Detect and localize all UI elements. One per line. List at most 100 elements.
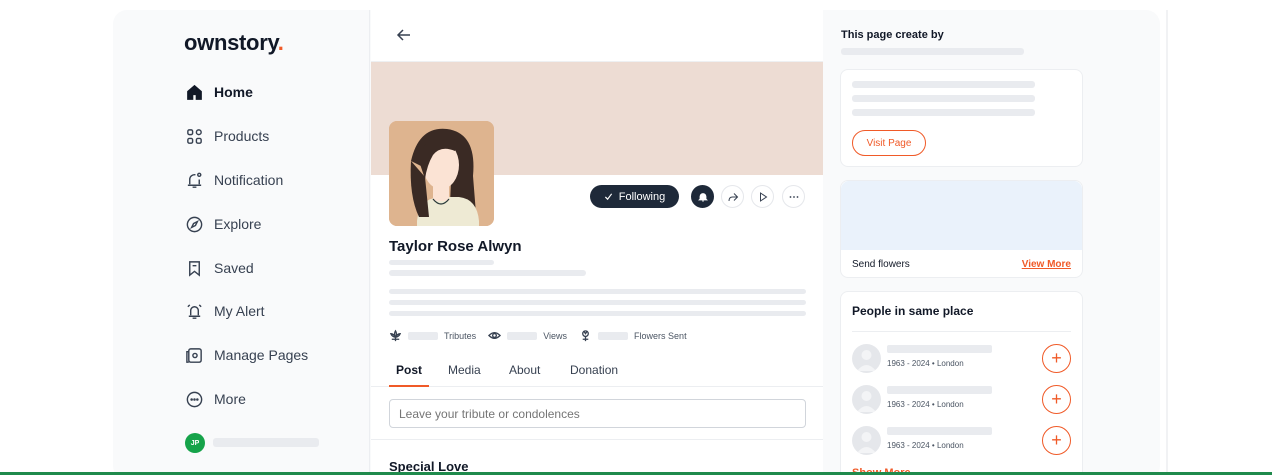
people-title: People in same place <box>852 304 974 318</box>
send-flowers-card: Send flowers View More <box>840 180 1083 278</box>
eye-icon <box>488 332 502 339</box>
top-bar <box>371 10 823 62</box>
user-placeholder-icon <box>857 432 876 453</box>
bio-placeholder <box>389 289 806 294</box>
sidebar-item-label: Home <box>214 84 253 100</box>
stat-value-placeholder <box>507 331 538 340</box>
person-name-placeholder <box>887 345 992 353</box>
visit-page-button[interactable]: Visit Page <box>852 130 926 156</box>
stat-views: Views <box>488 329 567 342</box>
sidebar-item-home[interactable]: Home <box>185 80 253 104</box>
stat-flowers-sent: Flowers Sent <box>579 329 687 342</box>
manage-pages-icon <box>186 347 202 363</box>
flower-icon <box>582 330 589 342</box>
logo[interactable]: ownstory. <box>184 30 284 56</box>
add-person-button[interactable]: + <box>1042 426 1071 455</box>
user-placeholder-icon <box>857 391 876 412</box>
sidebar-item-manage-pages[interactable]: Manage Pages <box>185 343 308 367</box>
list-item[interactable]: 1963 - 2024 • London + <box>852 385 1071 415</box>
divider <box>371 439 823 440</box>
stat-value-placeholder <box>408 331 438 340</box>
more-circle-icon <box>186 391 203 407</box>
ellipsis-icon <box>789 195 798 198</box>
sidebar-item-label: Notification <box>214 172 284 188</box>
list-item[interactable]: 1963 - 2024 • London + <box>852 426 1071 456</box>
play-icon <box>759 191 767 202</box>
list-item[interactable]: 1963 - 2024 • London + <box>852 344 1071 374</box>
bell-filled-icon <box>697 192 708 201</box>
lotus-icon <box>389 329 402 342</box>
stat-label: Tributes <box>444 330 477 341</box>
bio-placeholder <box>389 311 806 316</box>
profile-photo <box>389 121 494 226</box>
stat-tributes: Tributes <box>389 329 476 342</box>
person-name-placeholder <box>887 427 992 435</box>
sidebar-item-more[interactable]: More <box>185 387 246 411</box>
creator-info-placeholder <box>852 109 1035 116</box>
person-name-placeholder <box>887 386 992 394</box>
plus-icon: + <box>1051 389 1062 409</box>
subtitle-placeholder <box>389 270 586 276</box>
profile-panel: Following Taylor Rose Alwyn Tributes Vie… <box>371 10 823 475</box>
right-panel: This page create by Visit Page Send flow… <box>824 10 1160 475</box>
created-by-title: This page create by <box>841 29 944 41</box>
stat-value-placeholder <box>598 331 629 340</box>
sidebar-item-my-alert[interactable]: My Alert <box>185 299 265 323</box>
sidebar-item-label: More <box>214 391 246 407</box>
avatar-illustration <box>389 121 494 226</box>
following-button[interactable]: Following <box>590 185 679 208</box>
creator-placeholder <box>841 48 1024 55</box>
view-more-link[interactable]: View More <box>1022 259 1071 270</box>
people-same-place-card: People in same place 1963 - 2024 • Londo… <box>840 291 1083 475</box>
creator-info-placeholder <box>852 81 1035 88</box>
stat-label: Flowers Sent <box>634 330 687 341</box>
sidebar-item-notification[interactable]: Notification <box>185 168 283 192</box>
creator-card: Visit Page <box>840 69 1083 167</box>
logo-text: ownstory <box>184 30 278 55</box>
add-person-button[interactable]: + <box>1042 385 1071 414</box>
user-placeholder-icon <box>857 350 876 371</box>
person-meta: 1963 - 2024 • London <box>887 359 964 368</box>
bookmark-icon <box>189 260 200 277</box>
add-person-button[interactable]: + <box>1042 344 1071 373</box>
stat-label: Views <box>543 330 568 341</box>
sidebar: ownstory. Home Products Notification Exp… <box>113 10 370 475</box>
sidebar-item-label: Saved <box>214 260 254 276</box>
sidebar-item-products[interactable]: Products <box>185 124 269 148</box>
profile-name: Taylor Rose Alwyn <box>389 238 522 255</box>
compass-icon <box>186 216 203 232</box>
avatar <box>852 344 881 373</box>
subtitle-placeholder <box>389 260 494 265</box>
alarm-icon <box>187 303 202 319</box>
window-edge <box>1166 10 1168 475</box>
user-avatar[interactable]: JP <box>185 433 205 453</box>
share-button[interactable] <box>721 185 744 208</box>
play-button[interactable] <box>751 185 774 208</box>
sidebar-item-label: Products <box>214 128 270 144</box>
grid-icon <box>187 128 202 144</box>
sidebar-item-label: My Alert <box>214 303 265 319</box>
divider <box>852 331 1071 332</box>
plus-icon: + <box>1051 348 1062 368</box>
tab-post[interactable]: Post <box>396 363 422 377</box>
person-meta: 1963 - 2024 • London <box>887 441 964 450</box>
check-icon <box>604 193 612 201</box>
sidebar-item-explore[interactable]: Explore <box>185 212 261 236</box>
tribute-input[interactable] <box>389 399 806 428</box>
bio-placeholder <box>389 300 806 305</box>
tab-media[interactable]: Media <box>448 363 481 377</box>
logo-dot: . <box>277 30 284 55</box>
back-arrow-icon[interactable] <box>393 24 415 46</box>
user-initials: JP <box>190 439 200 447</box>
more-options-button[interactable] <box>782 185 805 208</box>
tab-about[interactable]: About <box>509 363 540 377</box>
avatar <box>852 385 881 414</box>
following-label: Following <box>618 190 666 203</box>
tab-donation[interactable]: Donation <box>570 363 618 377</box>
notification-toggle-button[interactable] <box>691 185 714 208</box>
app-window: ownstory. Home Products Notification Exp… <box>113 10 1160 475</box>
sidebar-item-saved[interactable]: Saved <box>185 256 254 280</box>
sidebar-item-label: Manage Pages <box>214 347 309 363</box>
active-tab-indicator <box>389 385 429 387</box>
plus-icon: + <box>1051 430 1062 450</box>
